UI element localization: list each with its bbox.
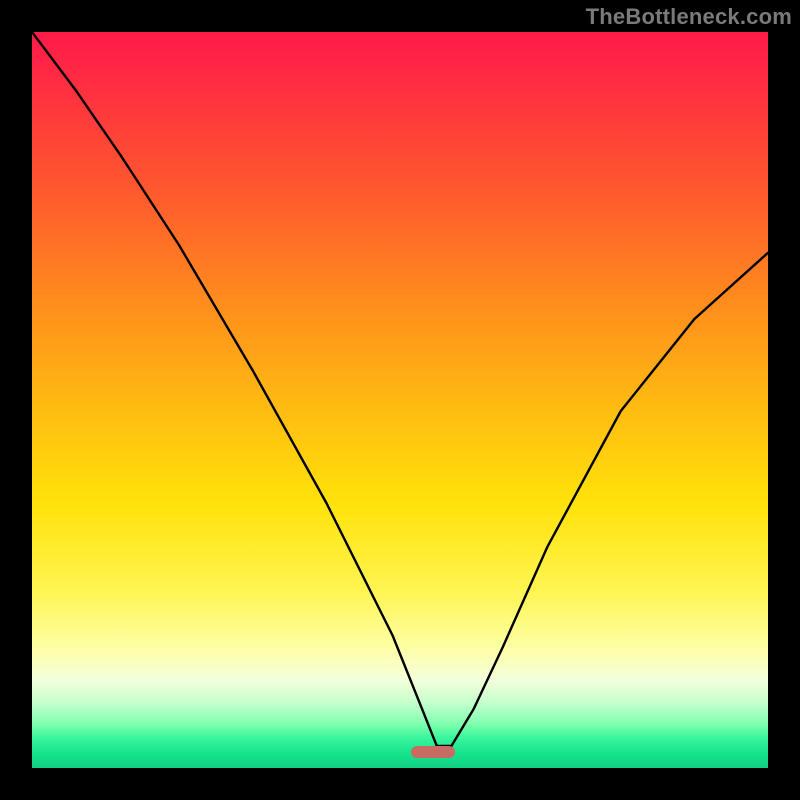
watermark-text: TheBottleneck.com	[586, 4, 792, 30]
chart-frame: TheBottleneck.com	[0, 0, 800, 800]
optimum-marker	[411, 746, 455, 758]
bottleneck-curve	[32, 32, 768, 768]
plot-area	[32, 32, 768, 768]
curve-path	[32, 32, 768, 746]
